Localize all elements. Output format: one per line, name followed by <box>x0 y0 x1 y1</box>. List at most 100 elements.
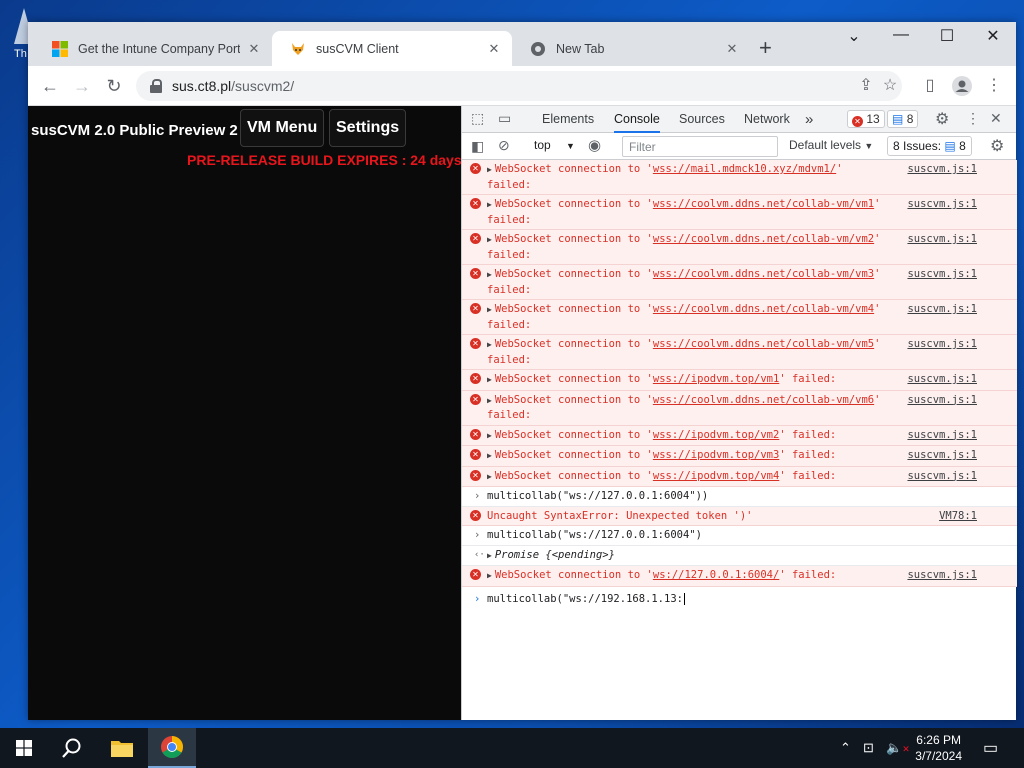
expand-arrow-icon[interactable]: ▶ <box>487 472 492 481</box>
error-suffix: ' <box>874 338 881 350</box>
source-link[interactable]: suscvm.js:1 <box>907 267 977 282</box>
error-url[interactable]: wss://coolvm.ddns.net/collab-vm/vm3 <box>653 268 874 280</box>
message-count-badge[interactable]: ▤ 8 <box>887 110 919 128</box>
expand-arrow-icon[interactable]: ▶ <box>487 396 492 405</box>
error-url[interactable]: wss://ipodvm.top/vm1 <box>653 373 779 385</box>
close-icon[interactable]: ✕ <box>724 41 740 57</box>
close-icon[interactable]: ✕ <box>246 41 262 57</box>
tab-search-icon[interactable]: ⌄ <box>831 26 877 46</box>
close-icon[interactable]: ✕ <box>486 41 502 57</box>
expand-arrow-icon[interactable]: ▶ <box>487 571 492 580</box>
network-icon[interactable]: ⊡ <box>863 740 874 756</box>
devtools-kebab-icon[interactable]: ⋮ <box>966 110 980 127</box>
close-window-button[interactable]: ✕ <box>970 26 1016 46</box>
error-url[interactable]: wss://ipodvm.top/vm4 <box>653 470 779 482</box>
source-link[interactable]: suscvm.js:1 <box>907 568 977 583</box>
error-url[interactable]: wss://coolvm.ddns.net/collab-vm/vm5 <box>653 338 874 350</box>
prompt-icon: › <box>474 592 481 605</box>
source-link[interactable]: suscvm.js:1 <box>907 197 977 212</box>
sidebar-toggle-icon[interactable]: ◧ <box>471 138 484 155</box>
source-link[interactable]: suscvm.js:1 <box>907 302 977 317</box>
inspect-element-icon[interactable]: ⬚ <box>471 110 484 127</box>
side-panel-icon[interactable]: ▯ <box>918 74 942 98</box>
error-url[interactable]: wss://coolvm.ddns.net/collab-vm/vm4 <box>653 303 874 315</box>
error-url[interactable]: wss://mail.mdmck10.xyz/mdvm1/ <box>653 163 836 175</box>
error-icon: ✕ <box>470 428 481 440</box>
console-log: ✕ ▶ WebSocket connection to 'wss://mail.md… <box>462 160 1017 608</box>
new-tab-button[interactable]: + <box>759 35 772 61</box>
filter-input[interactable]: Filter <box>622 136 778 157</box>
source-link[interactable]: suscvm.js:1 <box>907 162 977 177</box>
volume-muted-icon[interactable]: 🔈✕ <box>886 740 910 756</box>
expand-arrow-icon[interactable]: ▶ <box>487 375 492 384</box>
share-icon[interactable]: ⇪ <box>854 74 878 98</box>
expand-arrow-icon[interactable]: ▶ <box>487 431 492 440</box>
error-url[interactable]: wss://ipodvm.top/vm3 <box>653 449 779 461</box>
more-tabs-icon[interactable]: » <box>805 106 813 133</box>
bookmark-star-icon[interactable]: ☆ <box>878 74 902 98</box>
source-link[interactable]: suscvm.js:1 <box>907 372 977 387</box>
source-link[interactable]: suscvm.js:1 <box>907 469 977 484</box>
profile-avatar-icon[interactable] <box>950 74 974 98</box>
promise-value[interactable]: Promise {<pending>} <box>495 549 615 561</box>
tab-intune[interactable]: Get the Intune Company Portal a ✕ <box>34 31 272 66</box>
error-url[interactable]: wss://coolvm.ddns.net/collab-vm/vm2 <box>653 233 874 245</box>
address-bar[interactable]: sus.ct8.pl/suscvm2/ <box>136 71 902 101</box>
prompt-icon: › <box>474 529 481 541</box>
error-count-badge[interactable]: ✕ 13 <box>847 110 885 128</box>
expand-arrow-icon[interactable]: ▶ <box>487 551 492 560</box>
url-host: sus.ct8.pl <box>172 78 232 94</box>
tab-elements[interactable]: Elements <box>542 106 594 133</box>
console-current-input[interactable]: multicollab("ws://192.168.1.13: <box>487 593 683 605</box>
start-button[interactable] <box>0 728 48 768</box>
tab-console[interactable]: Console <box>614 106 660 133</box>
source-link[interactable]: suscvm.js:1 <box>907 337 977 352</box>
forward-icon[interactable]: → <box>70 74 94 98</box>
error-url[interactable]: wss://coolvm.ddns.net/collab-vm/vm1 <box>653 198 874 210</box>
devtools-close-icon[interactable]: ✕ <box>990 110 1002 127</box>
source-link[interactable]: suscvm.js:1 <box>907 232 977 247</box>
source-link[interactable]: VM78:1 <box>939 509 977 524</box>
error-suffix: ' <box>874 268 881 280</box>
notification-icon[interactable]: ▭ <box>983 738 998 758</box>
file-explorer-button[interactable] <box>98 728 146 768</box>
system-clock[interactable]: 6:26 PM 3/7/2024 <box>915 732 962 764</box>
tab-newtab[interactable]: New Tab ✕ <box>512 31 750 66</box>
tab-network[interactable]: Network <box>744 106 790 133</box>
back-icon[interactable]: ← <box>38 74 62 98</box>
minimize-button[interactable]: — <box>878 26 924 44</box>
source-link[interactable]: suscvm.js:1 <box>907 393 977 408</box>
console-settings-icon[interactable]: ⚙ <box>990 136 1004 156</box>
expand-arrow-icon[interactable]: ▶ <box>487 305 492 314</box>
expand-arrow-icon[interactable]: ▶ <box>487 451 492 460</box>
expand-arrow-icon[interactable]: ▶ <box>487 340 492 349</box>
search-button[interactable] <box>48 728 96 768</box>
expand-arrow-icon[interactable]: ▶ <box>487 200 492 209</box>
settings-button[interactable]: Settings <box>329 109 407 147</box>
devtools-settings-icon[interactable]: ⚙ <box>935 109 949 129</box>
context-select[interactable]: top ▼ <box>534 138 575 152</box>
source-link[interactable]: suscvm.js:1 <box>907 428 977 443</box>
tab-sources[interactable]: Sources <box>679 106 725 133</box>
kebab-menu-icon[interactable]: ⋮ <box>982 74 1006 98</box>
issues-button[interactable]: 8 Issues: ▤ 8 <box>887 136 972 156</box>
lock-icon[interactable] <box>150 79 162 93</box>
expand-arrow-icon[interactable]: ▶ <box>487 235 492 244</box>
source-link[interactable]: suscvm.js:1 <box>907 448 977 463</box>
chrome-taskbar-button[interactable] <box>148 728 196 768</box>
vm-menu-button[interactable]: VM Menu <box>240 109 325 147</box>
clear-console-icon[interactable]: ⊘ <box>498 137 510 154</box>
error-url[interactable]: wss://coolvm.ddns.net/collab-vm/vm6 <box>653 394 874 406</box>
live-expression-eye-icon[interactable]: ◉ <box>588 136 601 154</box>
error-url[interactable]: ws://127.0.0.1:6004/ <box>653 569 779 581</box>
expand-arrow-icon[interactable]: ▶ <box>487 270 492 279</box>
reload-icon[interactable]: ↻ <box>102 74 126 98</box>
maximize-button[interactable]: ☐ <box>924 26 970 46</box>
log-levels-select[interactable]: Default levels ▼ <box>789 138 873 152</box>
console-prompt-line[interactable]: › multicollab("ws://192.168.1.13: <box>462 587 1017 609</box>
chevron-up-icon[interactable]: ⌃ <box>840 740 851 756</box>
tab-suscvm[interactable]: susCVM Client ✕ <box>272 31 512 66</box>
error-url[interactable]: wss://ipodvm.top/vm2 <box>653 429 779 441</box>
device-toolbar-icon[interactable]: ▭ <box>498 110 511 127</box>
expand-arrow-icon[interactable]: ▶ <box>487 165 492 174</box>
